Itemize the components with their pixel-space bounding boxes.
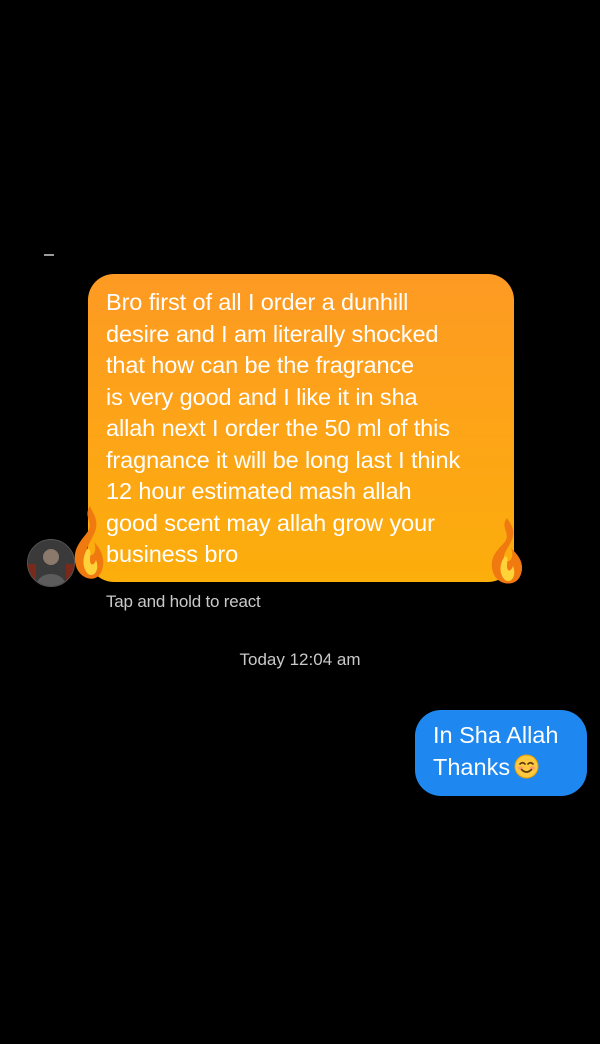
message-line: good scent may allah grow your [106, 509, 435, 536]
message-line: that how can be the fragrance [106, 352, 415, 378]
message-line: allah next I order the 50 ml of this [106, 415, 450, 441]
message-line: 12 hour estimated mash allah [106, 478, 412, 504]
message-line: is very good and I like it in sha [106, 383, 418, 410]
message-line: fragnance it will be long last I think [106, 446, 461, 473]
outgoing-message-text: In Sha Allah Thanks [433, 720, 573, 783]
react-hint: Tap and hold to react [106, 592, 261, 611]
avatar-photo [28, 540, 74, 586]
message-line: Thanks [433, 753, 511, 780]
avatar[interactable] [27, 539, 75, 587]
incoming-message-text: Bro first of all I order a dunhill desir… [106, 287, 498, 571]
message-line: In Sha Allah [433, 722, 559, 748]
incoming-message-bubble[interactable]: Bro first of all I order a dunhill desir… [88, 274, 514, 582]
outgoing-message-bubble[interactable]: In Sha Allah Thanks [415, 710, 587, 796]
fire-icon [487, 516, 525, 593]
message-line: desire and I am literally shocked [106, 320, 439, 347]
smiling-face-icon [514, 754, 539, 779]
message-timestamp: Today 12:04 am [239, 650, 361, 669]
message-line: Bro first of all I order a dunhill [106, 289, 409, 315]
divider [44, 254, 54, 256]
fire-icon [72, 504, 106, 589]
message-line: business bro [106, 541, 239, 567]
